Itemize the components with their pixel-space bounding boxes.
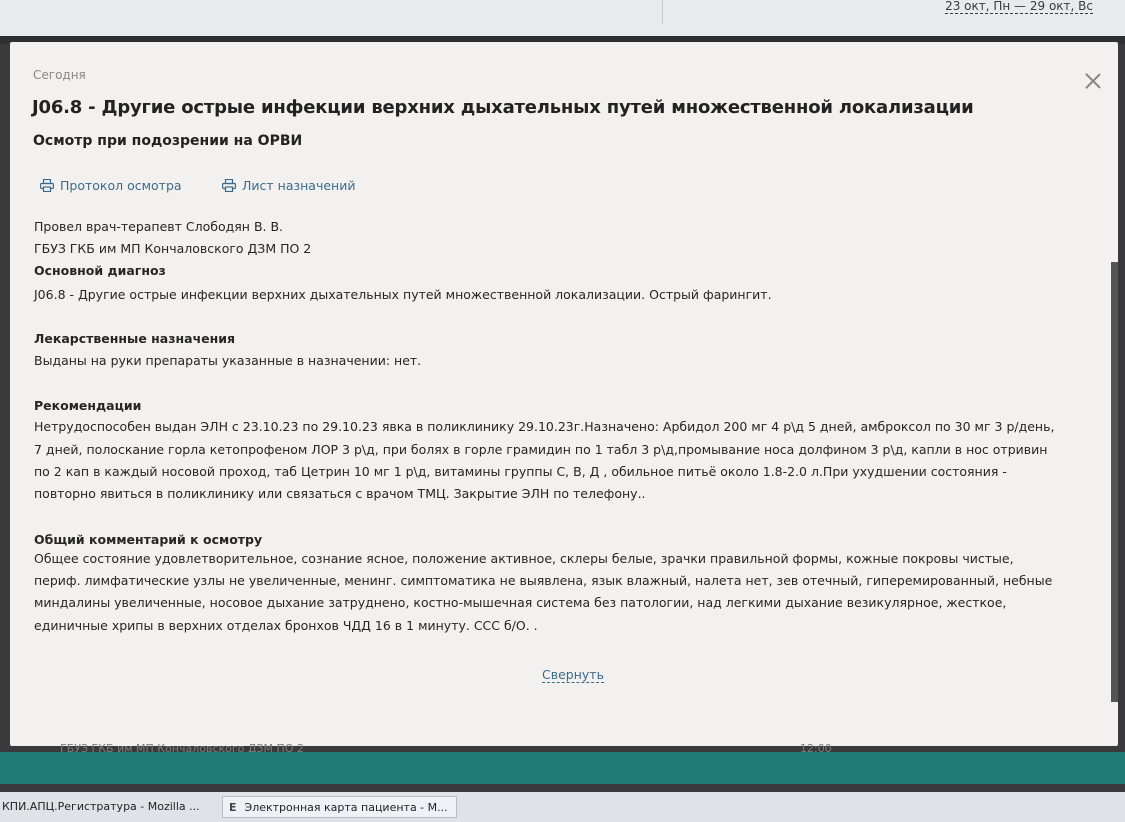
app-footer-bar [0, 752, 1125, 784]
scrollbar[interactable] [1111, 262, 1118, 702]
protocol-link-label: Протокол осмотра [60, 178, 182, 193]
header-divider [662, 0, 663, 24]
recommendation-line: повторно явиться в поликлинику или связа… [34, 486, 646, 501]
app-icon: E [229, 801, 237, 814]
clinic-line: ГБУЗ ГКБ им МП Кончаловского ДЗМ ПО 2 [34, 241, 312, 256]
comment-line: миндалины увеличенные, носовое дыхание з… [34, 595, 1007, 610]
exam-subtitle: Осмотр при подозрении на ОРВИ [33, 133, 303, 149]
prescriptions-link-label: Лист назначений [242, 178, 356, 193]
main-diagnosis-text: J06.8 - Другие острые инфекции верхних д… [34, 287, 772, 302]
exam-modal: Сегодня J06.8 - Другие острые инфекции в… [10, 42, 1118, 746]
printer-icon [222, 178, 237, 195]
recommendations-heading: Рекомендации [34, 398, 142, 413]
comment-line: Общее состояние удовлетворительное, созн… [34, 551, 1014, 566]
taskbar-item-registry[interactable]: КПИ.АПЦ.Регистратура - Mozilla ... [2, 796, 200, 818]
top-strip: 23 окт, Пн — 29 окт, Вс [0, 0, 1125, 36]
recommendation-line: Нетрудоспособен выдан ЭЛН с 23.10.23 по … [34, 419, 1055, 434]
close-icon[interactable] [1084, 72, 1102, 90]
taskbar-item-label: Электронная карта пациента - M... [244, 801, 448, 814]
date-range-link[interactable]: 23 окт, Пн — 29 окт, Вс [945, 0, 1093, 14]
drug-heading: Лекарственные назначения [34, 331, 236, 346]
printer-icon [40, 178, 55, 195]
date-label: Сегодня [33, 68, 86, 82]
recommendation-line: по 2 кап в каждый носовой проход, таб Це… [34, 464, 1007, 479]
collapse-link[interactable]: Свернуть [542, 668, 604, 683]
os-taskbar: КПИ.АПЦ.Регистратура - Mozilla ... E Элек… [0, 792, 1125, 822]
diagnosis-title: J06.8 - Другие острые инфекции верхних д… [32, 97, 974, 118]
taskbar-item-patient-card[interactable]: E Электронная карта пациента - M... [222, 796, 457, 818]
comment-line: периф. лимфатические узлы не увеличенные… [34, 573, 1053, 588]
recommendation-line: 7 дней, полоскание горла кетопрофеном ЛО… [34, 442, 1048, 457]
protocol-print-link[interactable]: Протокол осмотра [40, 178, 182, 195]
comment-heading: Общий комментарий к осмотру [34, 532, 263, 547]
drug-text: Выданы на руки препараты указанные в наз… [34, 353, 422, 368]
main-diagnosis-heading: Основной диагноз [34, 263, 166, 278]
doctor-line: Провел врач-терапевт Слободян В. В. [34, 219, 284, 234]
prescriptions-print-link[interactable]: Лист назначений [222, 178, 355, 195]
comment-line: единичные хрипы в верхних отделах бронхо… [34, 618, 538, 633]
